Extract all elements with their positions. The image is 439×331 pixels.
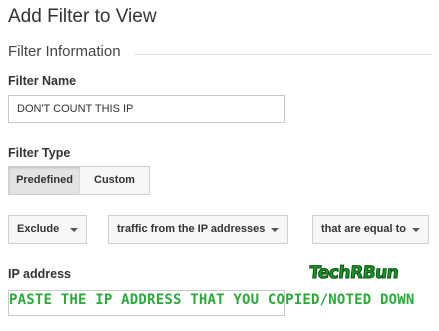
filter-type-predefined-button[interactable]: Predefined xyxy=(8,166,81,195)
annotation-overlay-text: PASTE THE IP ADDRESS THAT YOU COPIED/NOT… xyxy=(9,292,415,308)
ip-address-label: IP address xyxy=(8,267,72,281)
section-title: Filter Information xyxy=(8,43,121,60)
filter-type-label: Filter Type xyxy=(8,146,71,160)
action-dropdown[interactable]: Exclude xyxy=(8,215,87,244)
source-dropdown[interactable]: traffic from the IP addresses xyxy=(108,215,288,244)
chevron-down-icon xyxy=(271,228,279,232)
filter-name-input[interactable]: DON'T COUNT THIS IP xyxy=(8,95,285,123)
chevron-down-icon xyxy=(412,228,420,232)
section-divider xyxy=(135,54,431,55)
filter-type-custom-button[interactable]: Custom xyxy=(80,166,150,195)
filter-name-label: Filter Name xyxy=(8,74,77,88)
source-dropdown-value: traffic from the IP addresses xyxy=(117,223,266,235)
page-title: Add Filter to View xyxy=(8,6,157,27)
condition-dropdown[interactable]: that are equal to xyxy=(312,215,429,244)
techrbun-watermark-logo: TechRBun xyxy=(307,263,400,284)
action-dropdown-value: Exclude xyxy=(17,223,60,235)
condition-dropdown-value: that are equal to xyxy=(321,223,406,235)
chevron-down-icon xyxy=(70,228,78,232)
